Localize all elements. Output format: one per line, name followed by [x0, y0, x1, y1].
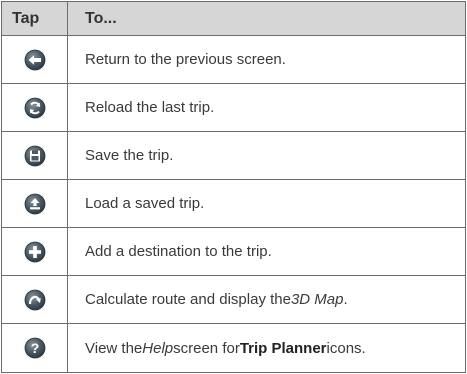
row-text-emphasis: 3D Map [290, 291, 344, 308]
row-description: Return to the previous screen. [85, 51, 286, 68]
add-icon [24, 241, 45, 262]
help-icon: ? [24, 337, 45, 359]
table-header-row: Tap To... [2, 2, 465, 36]
table-row: Load a saved trip. [2, 180, 465, 228]
table-row: Reload the last trip. [2, 84, 465, 132]
icon-cell [2, 180, 68, 227]
table-row: ? View the Help screen for Trip Planner … [2, 324, 465, 372]
header-tap: Tap [2, 2, 68, 35]
row-text: screen for [173, 339, 240, 357]
back-arrow-icon [24, 49, 45, 70]
icon-cell [2, 36, 68, 83]
table-row: Add a destination to the trip. [2, 228, 465, 276]
icon-cell [2, 84, 68, 131]
row-description: Reload the last trip. [85, 99, 215, 116]
table-row: Save the trip. [2, 132, 465, 180]
row-text-emphasis: Help [142, 339, 174, 357]
row-text-bold: Trip Planner [239, 339, 327, 357]
icon-cell [2, 276, 68, 323]
header-to: To... [85, 9, 117, 27]
row-text: icons. [326, 339, 366, 357]
icon-cell: ? [2, 324, 68, 372]
load-icon [24, 193, 45, 214]
row-description: Calculate route and display the 3D Map. [68, 276, 465, 323]
tap-actions-table: Tap To... Return to the previous screen.… [1, 1, 466, 373]
table-row: Calculate route and display the 3D Map. [2, 276, 465, 324]
save-icon [24, 145, 45, 166]
row-description: View the Help screen for Trip Planner ic… [68, 324, 465, 372]
row-description: Save the trip. [85, 147, 174, 164]
row-description: Add a destination to the trip. [85, 243, 272, 260]
row-text: View the [85, 339, 143, 357]
row-description: Load a saved trip. [85, 195, 205, 212]
icon-cell [2, 132, 68, 179]
table-row: Return to the previous screen. [2, 36, 465, 84]
calculate-route-icon [24, 289, 45, 310]
reload-icon [24, 97, 45, 118]
row-text: Calculate route and display the [85, 291, 291, 308]
icon-cell [2, 228, 68, 275]
svg-text:?: ? [30, 340, 39, 356]
row-text: . [343, 291, 348, 308]
